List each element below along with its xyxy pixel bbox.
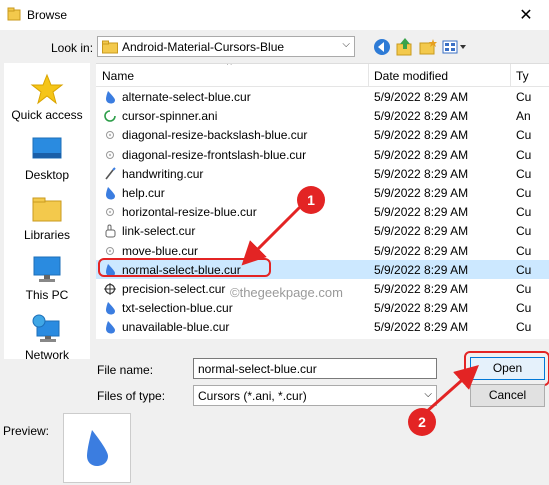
annotation-badge-2: 2 bbox=[408, 408, 436, 436]
annotation-arrows bbox=[241, 205, 479, 415]
annotation-badge-1: 1 bbox=[297, 186, 325, 214]
